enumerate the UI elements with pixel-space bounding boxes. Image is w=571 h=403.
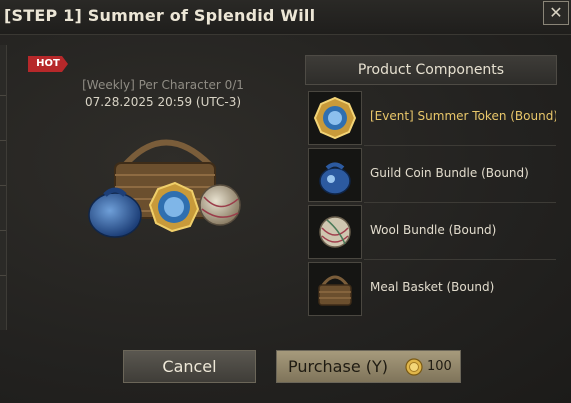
wool-bundle-icon	[308, 205, 362, 259]
purchase-label: Purchase (Y)	[288, 357, 388, 376]
component-row-guild-coin-bundle[interactable]: Guild Coin Bundle (Bound)	[308, 146, 556, 203]
close-icon: ✕	[549, 3, 563, 22]
meal-basket-icon	[308, 262, 362, 316]
summer-token-icon	[308, 91, 362, 145]
gold-coin-icon	[405, 358, 423, 376]
title-bar: [STEP 1] Summer of Splendid Will ✕	[0, 0, 571, 35]
component-label: Meal Basket (Bound)	[370, 280, 495, 294]
sale-end-date: 07.28.2025 20:59 (UTC-3)	[84, 95, 242, 109]
hot-badge: HOT	[28, 56, 68, 72]
summer-package-icon	[80, 125, 250, 245]
close-button[interactable]: ✕	[543, 1, 569, 25]
component-label: [Event] Summer Token (Bound)	[370, 109, 556, 123]
purchase-button[interactable]: Purchase (Y) 100	[276, 350, 461, 383]
cancel-button[interactable]: Cancel	[123, 350, 256, 383]
component-label: Guild Coin Bundle (Bound)	[370, 166, 529, 180]
product-components-header: Product Components	[305, 55, 557, 85]
purchase-dialog: [STEP 1] Summer of Splendid Will ✕ HOT […	[0, 0, 571, 403]
component-row-wool-bundle[interactable]: Wool Bundle (Bound)	[308, 203, 556, 260]
guild-coin-bundle-icon	[308, 148, 362, 202]
purchase-limit-text: [Weekly] Per Character 0/1	[82, 78, 244, 92]
left-panel-edge	[0, 45, 7, 330]
component-row-meal-basket[interactable]: Meal Basket (Bound)	[308, 260, 556, 317]
component-row-summer-token[interactable]: [Event] Summer Token (Bound)	[308, 89, 556, 146]
component-label: Wool Bundle (Bound)	[370, 223, 497, 237]
dialog-title: [STEP 1] Summer of Splendid Will	[4, 6, 316, 25]
price-value: 100	[427, 359, 452, 374]
